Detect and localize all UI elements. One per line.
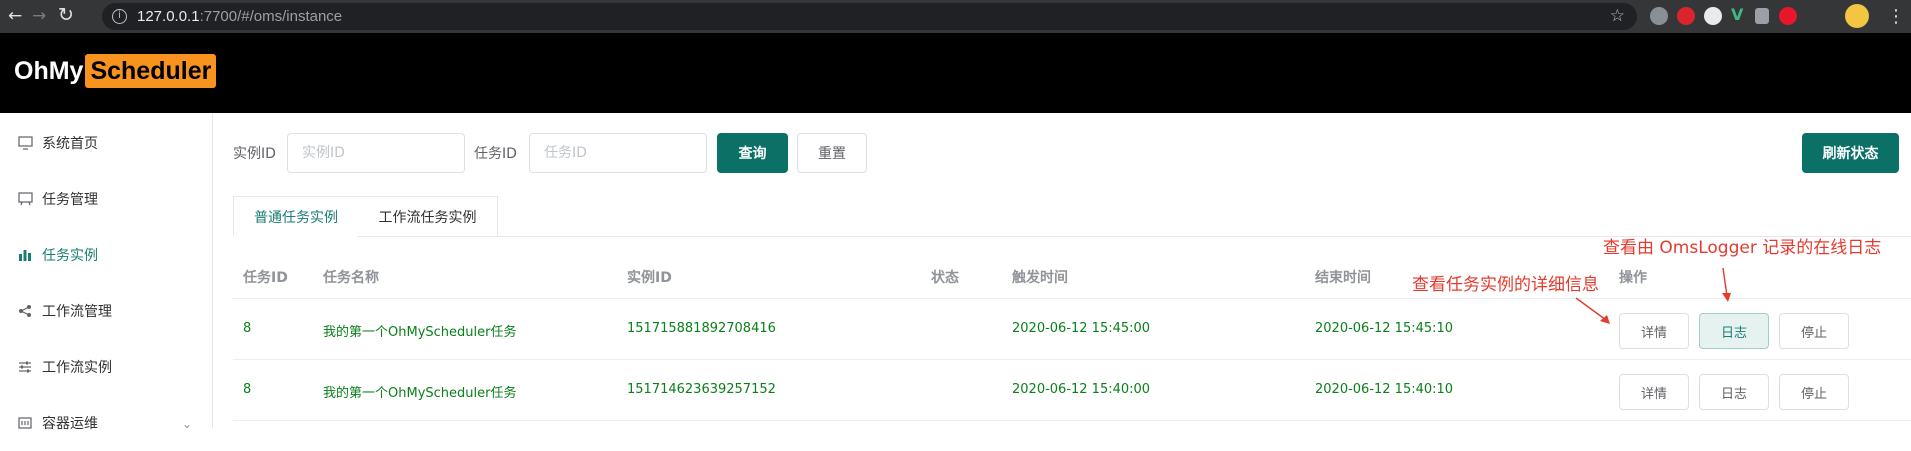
sidebar-item-task-instance[interactable]: 任务实例 (0, 227, 212, 283)
extension-copy-icon[interactable] (1755, 8, 1769, 24)
table-header: 任务ID 任务名称 实例ID 状态 触发时间 结束时间 操作 (233, 253, 1911, 299)
browser-toolbar: ← → ↻ i 127.0.0.1:7700/#/oms/instance ☆ … (0, 0, 1911, 33)
weibo-icon[interactable] (1779, 7, 1797, 25)
table-row: 8 我的第一个OhMyScheduler任务 15171588189270841… (233, 299, 1911, 360)
instance-tabs: 普通任务实例 工作流任务实例 (233, 196, 1911, 237)
tab-workflow-instances[interactable]: 工作流任务实例 (358, 196, 498, 237)
address-bar[interactable]: i 127.0.0.1:7700/#/oms/instance ☆ (102, 3, 1637, 30)
cell-trigger-time: 2020-06-12 15:45:00 (1012, 321, 1151, 336)
bar-chart-icon (17, 247, 33, 263)
header-end-time: 结束时间 (1315, 270, 1371, 286)
cell-task-name: 我的第一个OhMyScheduler任务 (323, 325, 517, 340)
cell-instance-id: 151714623639257152 (627, 382, 776, 397)
url-text[interactable]: 127.0.0.1:7700/#/oms/instance (137, 8, 342, 25)
extension-grey-icon[interactable] (1650, 7, 1668, 25)
cell-instance-id: 151715881892708416 (627, 321, 776, 336)
header-task-id: 任务ID (243, 270, 288, 286)
sidebar-item-workflow-instance[interactable]: 工作流实例 (0, 339, 212, 395)
extension-white-icon[interactable] (1704, 7, 1722, 25)
sidebar: 系统首页 任务管理 任务实例 工作流管理 工作流实例 容器运维 ⌄ (0, 113, 213, 432)
app-header: OhMy Scheduler (0, 33, 1911, 113)
refresh-status-button[interactable]: 刷新状态 (1802, 133, 1899, 173)
cell-task-name: 我的第一个OhMyScheduler任务 (323, 386, 517, 401)
detail-button[interactable]: 详情 (1619, 313, 1689, 349)
header-instance-id: 实例ID (627, 270, 672, 286)
reload-icon[interactable]: ↻ (58, 4, 74, 26)
vue-devtools-icon[interactable]: V (1731, 5, 1749, 24)
extension-red-icon[interactable] (1677, 7, 1695, 25)
cell-trigger-time: 2020-06-12 15:40:00 (1012, 382, 1151, 397)
header-task-name: 任务名称 (323, 270, 379, 286)
sidebar-item-task-management[interactable]: 任务管理 (0, 171, 212, 227)
share-icon (17, 303, 33, 319)
cell-end-time: 2020-06-12 15:45:10 (1315, 321, 1454, 336)
query-button[interactable]: 查询 (717, 133, 788, 173)
back-icon[interactable]: ← (8, 6, 22, 26)
forward-icon[interactable]: → (32, 6, 46, 26)
log-button[interactable]: 日志 (1699, 313, 1769, 349)
header-status: 状态 (931, 270, 959, 286)
sidebar-item-container-ops[interactable]: 容器运维 ⌄ (0, 395, 212, 451)
profile-avatar[interactable] (1845, 4, 1869, 28)
header-trigger-time: 触发时间 (1012, 270, 1068, 286)
sidebar-item-workflow-management[interactable]: 工作流管理 (0, 283, 212, 339)
instance-id-label: 实例ID (233, 146, 276, 162)
board-icon (17, 191, 33, 207)
table-row: 8 我的第一个OhMyScheduler任务 15171462363925715… (233, 360, 1911, 421)
task-id-label: 任务ID (474, 146, 517, 162)
bookmark-star-icon[interactable]: ☆ (1610, 6, 1625, 26)
sidebar-item-home[interactable]: 系统首页 (0, 115, 212, 171)
task-id-input[interactable] (529, 133, 707, 173)
header-actions: 操作 (1619, 270, 1647, 286)
cell-end-time: 2020-06-12 15:40:10 (1315, 382, 1454, 397)
stop-button[interactable]: 停止 (1779, 313, 1849, 349)
reset-button[interactable]: 重置 (797, 133, 867, 173)
chevron-down-icon: ⌄ (181, 417, 192, 431)
app-logo[interactable]: OhMy Scheduler (14, 54, 217, 88)
tab-normal-instances[interactable]: 普通任务实例 (233, 196, 359, 237)
monitor-icon (17, 135, 33, 151)
annotation-log: 查看由 OmsLogger 记录的在线日志 (1603, 238, 1882, 258)
cell-task-id: 8 (243, 321, 252, 336)
container-icon (17, 415, 33, 431)
log-button[interactable]: 日志 (1699, 374, 1769, 410)
sliders-icon (17, 359, 33, 375)
browser-menu-icon[interactable]: ⋮ (1887, 6, 1905, 27)
annotation-detail: 查看任务实例的详细信息 (1412, 275, 1599, 295)
site-info-icon[interactable]: i (112, 9, 127, 24)
detail-button[interactable]: 详情 (1619, 374, 1689, 410)
cell-task-id: 8 (243, 382, 252, 397)
stop-button[interactable]: 停止 (1779, 374, 1849, 410)
instance-id-input[interactable] (287, 133, 465, 173)
